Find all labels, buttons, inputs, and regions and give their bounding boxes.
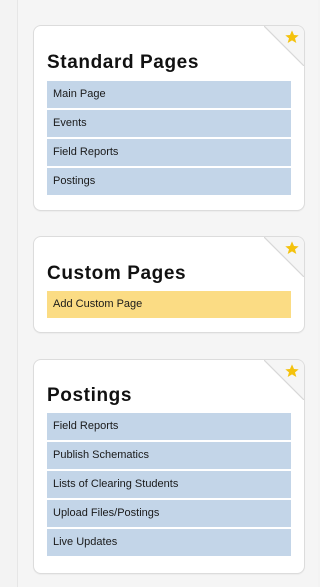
star-icon[interactable] xyxy=(284,29,300,45)
star-icon[interactable] xyxy=(284,363,300,379)
star-icon[interactable] xyxy=(284,240,300,256)
panel-link-list: Field Reports Publish Schematics Lists o… xyxy=(34,413,304,556)
link-main-page[interactable]: Main Page xyxy=(47,81,291,108)
link-events[interactable]: Events xyxy=(47,110,291,137)
sidebar: Standard Pages Main Page Events Field Re… xyxy=(18,0,318,587)
link-upload-files-postings[interactable]: Upload Files/Postings xyxy=(47,500,291,527)
postings-panel: Postings Field Reports Publish Schematic… xyxy=(33,359,305,574)
panel-link-list: Main Page Events Field Reports Postings xyxy=(34,81,304,195)
link-live-updates[interactable]: Live Updates xyxy=(47,529,291,556)
link-field-reports[interactable]: Field Reports xyxy=(47,413,291,440)
page-left-gutter xyxy=(0,0,18,587)
panel-link-list: Add Custom Page xyxy=(34,291,304,318)
custom-pages-panel: Custom Pages Add Custom Page xyxy=(33,236,305,333)
link-field-reports[interactable]: Field Reports xyxy=(47,139,291,166)
link-lists-of-clearing-students[interactable]: Lists of Clearing Students xyxy=(47,471,291,498)
add-custom-page-button[interactable]: Add Custom Page xyxy=(47,291,291,318)
link-postings[interactable]: Postings xyxy=(47,168,291,195)
link-publish-schematics[interactable]: Publish Schematics xyxy=(47,442,291,469)
standard-pages-panel: Standard Pages Main Page Events Field Re… xyxy=(33,25,305,211)
